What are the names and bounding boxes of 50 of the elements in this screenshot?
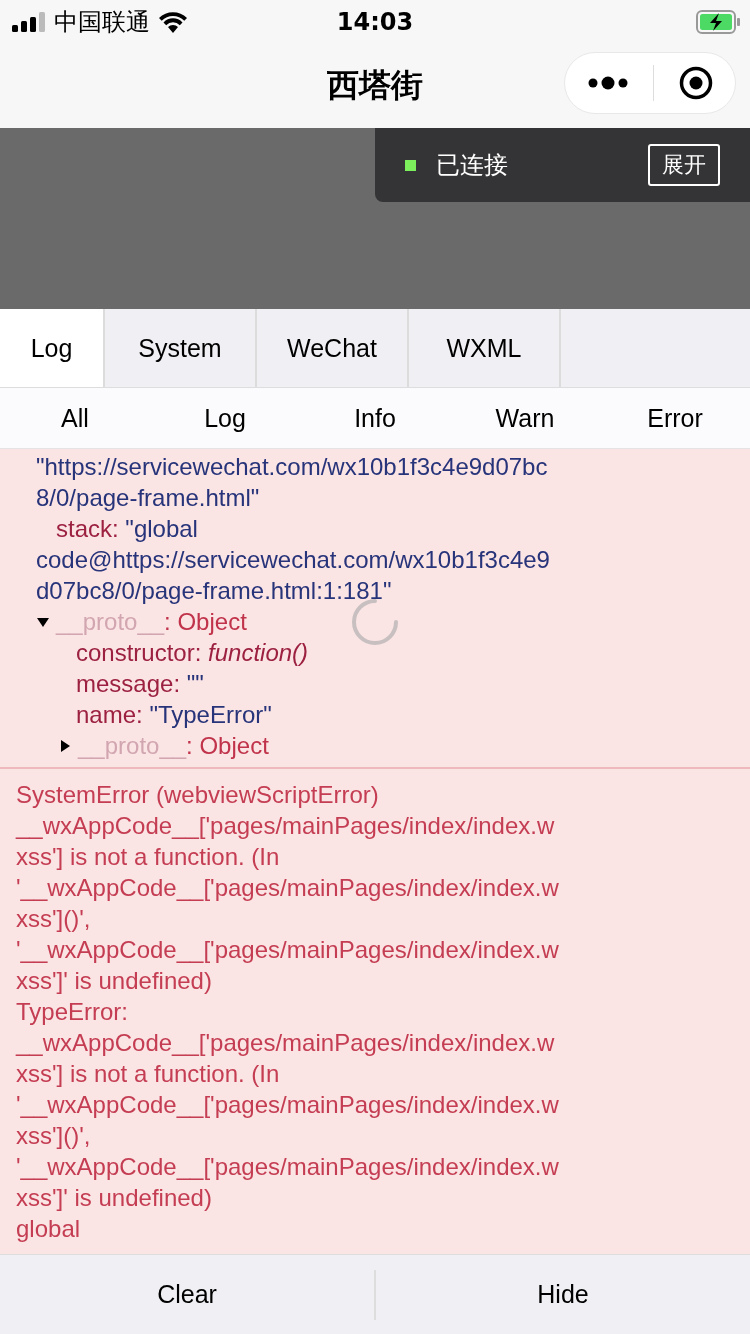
property-value: "" xyxy=(186,670,204,697)
console-tab[interactable]: Log xyxy=(0,309,105,387)
error-line: '__wxAppCode__['pages/mainPages/index/index.w xyxy=(16,873,560,903)
error-line: xss']()', xyxy=(16,1121,92,1151)
expand-button[interactable]: 展开 xyxy=(648,144,720,186)
property-value: : Object xyxy=(186,731,269,761)
error-line: xss']()', xyxy=(16,904,92,934)
filter-tab[interactable]: Log xyxy=(150,388,300,448)
signal-icon xyxy=(12,12,46,32)
error-line: global xyxy=(16,1214,82,1244)
error-line: '__wxAppCode__['pages/mainPages/index/index.w xyxy=(16,1152,560,1182)
error-line: xss']' is undefined) xyxy=(16,1183,213,1213)
property-value: : Object xyxy=(164,607,247,637)
expand-triangle-icon[interactable] xyxy=(58,738,72,753)
filter-tab[interactable]: Error xyxy=(600,388,750,448)
error-line: SystemError (webviewScriptError) xyxy=(16,780,380,810)
property-key: name: xyxy=(76,701,143,728)
error-line: __wxAppCode__['pages/mainPages/index/index.w xyxy=(16,1028,556,1058)
more-icon[interactable] xyxy=(587,76,628,90)
console-action-button[interactable]: Hide xyxy=(376,1255,750,1334)
filter-tab[interactable]: Info xyxy=(300,388,450,448)
property-value: function() xyxy=(208,639,309,666)
battery-charging-icon xyxy=(696,10,740,34)
log-line: 8/0/page-frame.html" xyxy=(36,483,261,513)
error-line: TypeError: xyxy=(16,997,130,1027)
close-target-icon[interactable] xyxy=(678,66,713,100)
log-line: d07bc8/0/page-frame.html:1:181" xyxy=(36,576,393,606)
error-line: __wxAppCode__['pages/mainPages/index/index.w xyxy=(16,811,556,841)
page-title: 西塔街 xyxy=(327,65,423,106)
log-line: "https://servicewechat.com/wx10b1f3c4e9d07bc xyxy=(36,452,549,482)
property-key: stack: xyxy=(56,515,119,542)
error-line: '__wxAppCode__['pages/mainPages/index/index.w xyxy=(16,1090,560,1120)
filter-tab[interactable]: Warn xyxy=(450,388,600,448)
property-key: __proto__ xyxy=(56,606,165,637)
error-line: xss']' is undefined) xyxy=(16,966,213,996)
property-value: "global xyxy=(125,515,198,542)
clock-time: 14:03 xyxy=(335,8,415,36)
error-line: xss'] is not a function. (In xyxy=(16,842,281,872)
carrier-name: 中国联通 xyxy=(54,7,150,38)
error-line: '__wxAppCode__['pages/mainPages/index/index.w xyxy=(16,935,560,965)
property-key: constructor: xyxy=(76,639,202,666)
property-key: message: xyxy=(76,670,181,697)
property-value: "TypeError" xyxy=(149,701,272,728)
property-key: __proto__ xyxy=(78,730,187,761)
error-line: xss'] is not a function. (In xyxy=(16,1059,281,1089)
filter-tab[interactable]: All xyxy=(0,388,150,448)
connection-status: 已连接 xyxy=(436,150,509,181)
log-line: code@https://servicewechat.com/wx10b1f3c4e9 xyxy=(36,545,551,575)
console-action-button[interactable]: Clear xyxy=(0,1255,374,1334)
wifi-icon xyxy=(158,11,188,33)
